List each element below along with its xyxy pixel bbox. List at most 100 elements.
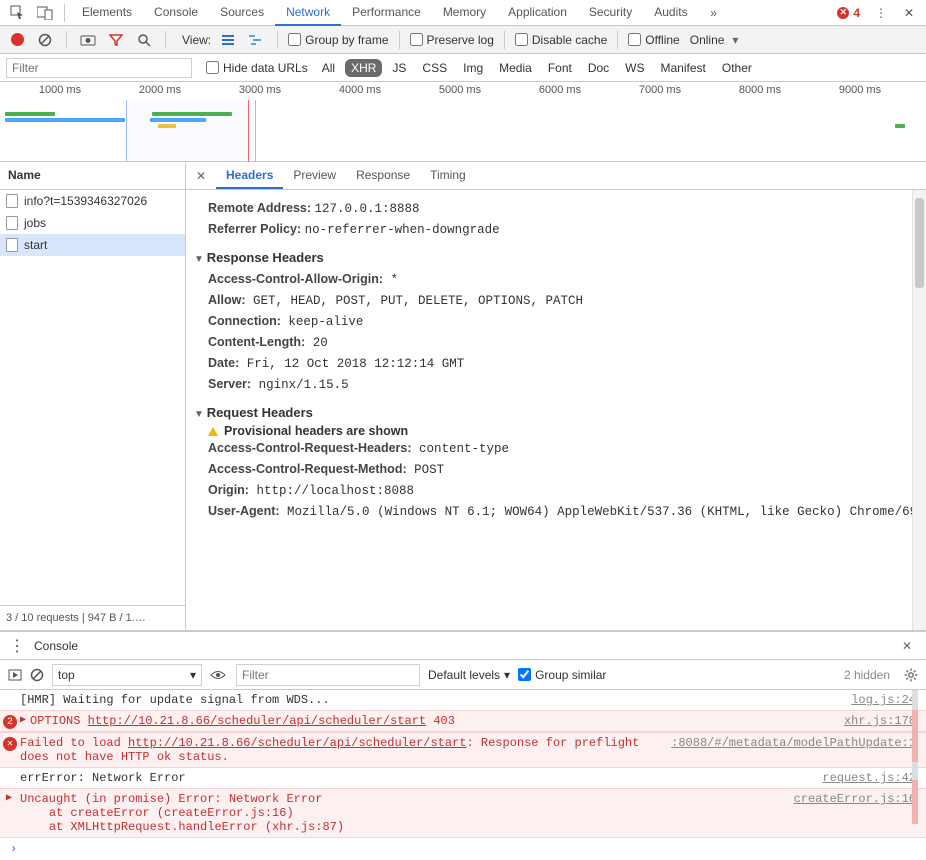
- header-key: Connection:: [208, 314, 281, 328]
- hidden-messages-count[interactable]: 2 hidden: [844, 668, 890, 682]
- expand-arrow-icon[interactable]: ▶: [20, 714, 26, 726]
- request-list-header[interactable]: Name: [0, 162, 185, 190]
- disable-cache-checkbox[interactable]: Disable cache: [515, 33, 607, 47]
- header-key: Server:: [208, 377, 251, 391]
- request-row[interactable]: start: [0, 234, 185, 256]
- drawer-close-icon[interactable]: ✕: [896, 639, 918, 653]
- filter-chip-manifest[interactable]: Manifest: [655, 59, 712, 77]
- header-row: Origin: http://localhost:8088: [194, 480, 908, 501]
- console-source-link[interactable]: log.js:24: [839, 693, 916, 707]
- header-row: Server: nginx/1.15.5: [194, 374, 908, 395]
- console-line-error[interactable]: ▶ Uncaught (in promise) Error: Network E…: [0, 788, 926, 838]
- clear-button[interactable]: [34, 29, 56, 51]
- group-by-frame-checkbox[interactable]: Group by frame: [288, 33, 388, 47]
- response-headers-section[interactable]: Response Headers: [194, 240, 908, 269]
- gear-icon[interactable]: [904, 668, 918, 682]
- filter-chip-ws[interactable]: WS: [619, 59, 650, 77]
- timeline-load-marker: [248, 100, 249, 162]
- tab-performance[interactable]: Performance: [341, 0, 432, 26]
- filter-icon[interactable]: [105, 29, 127, 51]
- more-tabs-icon[interactable]: »: [701, 0, 727, 26]
- detail-body: Remote Address: 127.0.0.1:8888 Referrer …: [186, 190, 926, 630]
- filter-chip-media[interactable]: Media: [493, 59, 538, 77]
- expand-arrow-icon[interactable]: ▶: [6, 792, 12, 804]
- request-row[interactable]: info?t=1539346327026: [0, 190, 185, 212]
- detail-tab-response[interactable]: Response: [346, 163, 420, 189]
- list-view-icon[interactable]: [217, 29, 239, 51]
- filter-chip-img[interactable]: Img: [457, 59, 489, 77]
- filter-input[interactable]: [6, 58, 192, 78]
- filter-chip-xhr[interactable]: XHR: [345, 59, 382, 77]
- tab-sources[interactable]: Sources: [209, 0, 275, 26]
- filter-chip-doc[interactable]: Doc: [582, 59, 615, 77]
- scrollbar-thumb[interactable]: [915, 198, 924, 288]
- header-row: Date: Fri, 12 Oct 2018 12:12:14 GMT: [194, 353, 908, 374]
- log-levels-select[interactable]: Default levels ▾: [428, 668, 510, 682]
- tab-network[interactable]: Network: [275, 0, 341, 26]
- console-line-error[interactable]: 2 ▶ OPTIONS http://10.21.8.66/scheduler/…: [0, 710, 926, 732]
- detail-tab-preview[interactable]: Preview: [283, 163, 346, 189]
- screenshot-icon[interactable]: [77, 29, 99, 51]
- detail-tab-headers[interactable]: Headers: [216, 163, 283, 189]
- inspect-element-icon[interactable]: [4, 0, 30, 26]
- group-similar-checkbox[interactable]: Group similar: [518, 668, 606, 682]
- console-clear-icon[interactable]: [30, 668, 44, 682]
- throttling-select[interactable]: Online: [690, 33, 725, 47]
- console-source-link[interactable]: request.js:42: [810, 771, 916, 785]
- request-headers-section[interactable]: Request Headers: [194, 395, 908, 424]
- scrollbar[interactable]: [912, 190, 926, 630]
- console-filter-input[interactable]: [236, 664, 420, 686]
- console-prompt[interactable]: ›: [0, 838, 926, 860]
- tab-security[interactable]: Security: [578, 0, 643, 26]
- drawer-menu-icon[interactable]: ⋮: [8, 636, 26, 656]
- request-status-text: 3 / 10 requests | 947 B / 1.…: [0, 605, 185, 630]
- separator: [504, 31, 505, 49]
- offline-checkbox[interactable]: Offline: [628, 33, 679, 47]
- context-select[interactable]: top▾: [52, 664, 202, 686]
- context-value: top: [58, 668, 75, 682]
- hide-data-urls-checkbox[interactable]: Hide data URLs: [206, 61, 308, 75]
- error-count-badge[interactable]: ✕ 4: [831, 6, 866, 20]
- search-icon[interactable]: [133, 29, 155, 51]
- tab-console[interactable]: Console: [143, 0, 209, 26]
- referrer-policy-label: Referrer Policy:: [208, 222, 301, 236]
- preserve-log-checkbox[interactable]: Preserve log: [410, 33, 494, 47]
- record-icon: [11, 33, 24, 46]
- console-line[interactable]: errError: Network Error request.js:42: [0, 768, 926, 788]
- filter-chip-js[interactable]: JS: [386, 59, 412, 77]
- close-devtools-icon[interactable]: ✕: [896, 0, 922, 26]
- eye-icon[interactable]: [210, 669, 226, 681]
- filter-chip-all[interactable]: All: [316, 59, 341, 77]
- console-source-link[interactable]: xhr.js:178: [832, 714, 916, 728]
- console-line-error[interactable]: ✕ Failed to load http://10.21.8.66/sched…: [0, 732, 926, 768]
- console-source-link[interactable]: createError.js:16: [782, 792, 916, 806]
- request-name: jobs: [24, 216, 46, 230]
- drawer-title[interactable]: Console: [34, 639, 78, 653]
- timeline-tick: 5000 ms: [439, 84, 481, 96]
- timeline-selection[interactable]: [126, 100, 256, 162]
- record-button[interactable]: [6, 29, 28, 51]
- waterfall-view-icon[interactable]: [245, 29, 267, 51]
- kebab-menu-icon[interactable]: ⋮: [868, 0, 894, 26]
- request-row[interactable]: jobs: [0, 212, 185, 234]
- timeline-tick: 6000 ms: [539, 84, 581, 96]
- console-source-link[interactable]: :8088/#/metadata/modelPathUpdate:1: [659, 736, 916, 750]
- detail-tab-timing[interactable]: Timing: [420, 163, 476, 189]
- timeline-tick: 3000 ms: [239, 84, 281, 96]
- console-play-icon[interactable]: [8, 669, 22, 681]
- error-count-badge: 2: [3, 715, 17, 729]
- chevron-down-icon[interactable]: ▾: [730, 33, 752, 47]
- network-timeline[interactable]: 1000 ms2000 ms3000 ms4000 ms5000 ms6000 …: [0, 82, 926, 162]
- tab-application[interactable]: Application: [497, 0, 578, 26]
- close-detail-icon[interactable]: ✕: [190, 165, 212, 187]
- error-count: 4: [853, 6, 860, 20]
- console-line[interactable]: [HMR] Waiting for update signal from WDS…: [0, 690, 926, 710]
- tab-elements[interactable]: Elements: [71, 0, 143, 26]
- filter-chip-css[interactable]: CSS: [416, 59, 453, 77]
- device-toolbar-icon[interactable]: [32, 0, 58, 26]
- tab-audits[interactable]: Audits: [643, 0, 698, 26]
- tab-memory[interactable]: Memory: [432, 0, 497, 26]
- filter-chip-other[interactable]: Other: [716, 59, 758, 77]
- filter-chip-font[interactable]: Font: [542, 59, 578, 77]
- timeline-tick: 8000 ms: [739, 84, 781, 96]
